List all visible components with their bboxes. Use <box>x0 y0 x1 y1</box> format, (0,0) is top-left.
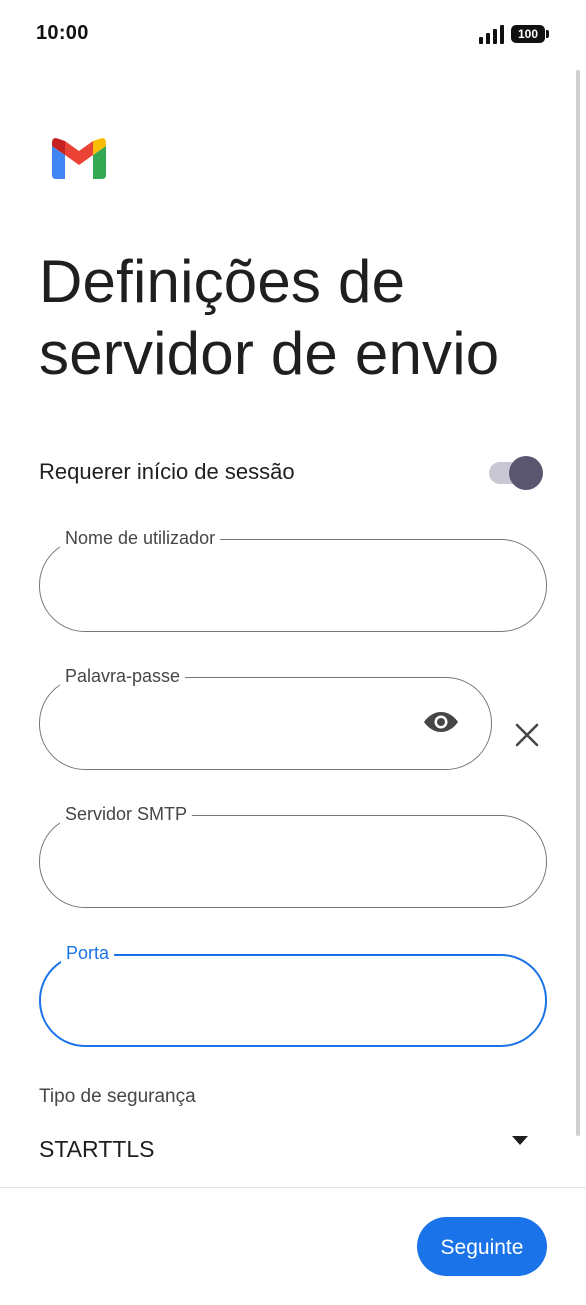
status-time: 10:00 <box>36 22 89 44</box>
username-label: Nome de utilizador <box>60 526 221 550</box>
password-label: Palavra-passe <box>60 664 186 688</box>
scrollbar[interactable] <box>576 70 580 1136</box>
close-icon[interactable] <box>514 722 540 748</box>
dropdown-arrow-icon[interactable] <box>512 1136 528 1146</box>
toggle-knob <box>509 456 543 490</box>
require-signin-toggle[interactable] <box>487 456 545 490</box>
next-button[interactable]: Seguinte <box>417 1217 547 1276</box>
port-field[interactable]: Porta <box>39 941 547 1047</box>
page-title: Definições de servidor de envio <box>39 246 559 390</box>
page-title-line1: Definições de <box>39 248 406 315</box>
status-bar: 10:00 100 <box>0 0 586 64</box>
eye-icon[interactable] <box>423 710 459 734</box>
port-label: Porta <box>61 941 115 965</box>
bottom-divider <box>0 1187 586 1188</box>
require-signin-row[interactable]: Requerer início de sessão <box>39 452 547 492</box>
require-signin-label: Requerer início de sessão <box>39 459 295 484</box>
password-field[interactable]: Palavra-passe <box>39 664 492 770</box>
battery-icon: 100 <box>511 25 549 43</box>
battery-level: 100 <box>517 27 539 41</box>
security-type-label: Tipo de segurança <box>39 1086 196 1107</box>
gmail-logo <box>52 138 106 179</box>
security-type-value[interactable]: STARTTLS <box>39 1136 154 1163</box>
signal-icon <box>479 24 505 44</box>
smtp-server-label: Servidor SMTP <box>60 802 193 826</box>
username-field[interactable]: Nome de utilizador <box>39 526 547 632</box>
page-title-line2: servidor de envio <box>39 320 500 387</box>
smtp-server-field[interactable]: Servidor SMTP <box>39 802 547 908</box>
